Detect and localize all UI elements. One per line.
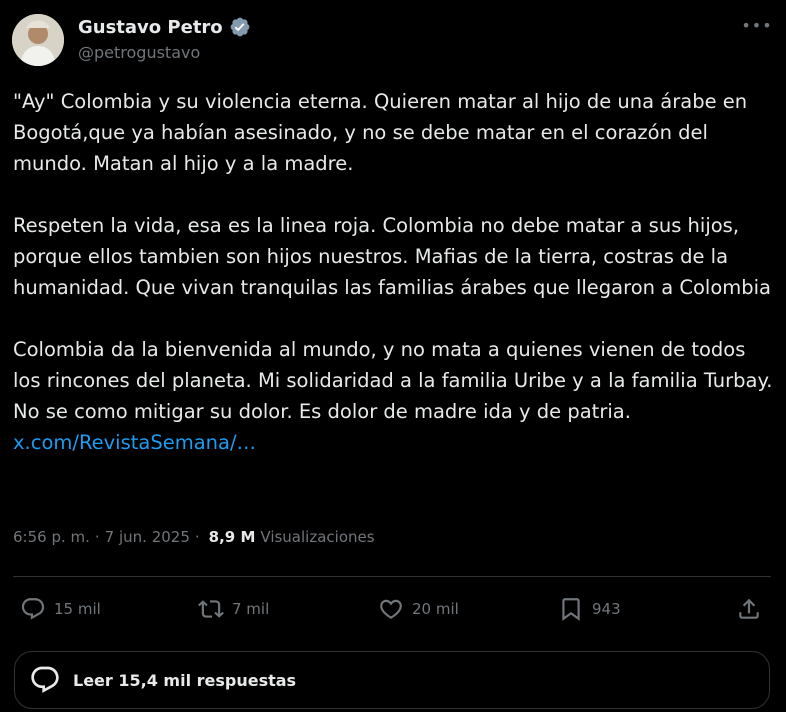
reply-icon [20,596,46,622]
author-display-name[interactable]: Gustavo Petro [78,17,223,38]
like-icon [378,596,404,622]
views-count: 8,9 M [208,528,256,546]
divider [13,576,771,577]
bookmark-count: 943 [592,600,621,618]
views-label: Visualizaciones [260,528,375,546]
chat-bubble-icon [29,664,61,696]
repost-button[interactable]: 7 mil [198,590,269,628]
tweet-paragraph-text: Colombia da la bienvenida al mundo, y no… [13,338,773,423]
bookmark-button[interactable]: 943 [558,590,621,628]
tweet-paragraph: Respeten la vida, esa es la linea roja. … [13,214,771,299]
bookmark-icon [558,596,584,622]
reply-count: 15 mil [54,600,101,618]
read-replies-button[interactable]: Leer 15,4 mil respuestas [14,651,770,709]
like-button[interactable]: 20 mil [378,590,459,628]
tweet-time[interactable]: 6:56 p. m. [13,528,90,546]
repost-icon [198,596,224,622]
verified-badge-icon [229,16,251,38]
repost-count: 7 mil [232,600,270,618]
tweet-date[interactable]: 7 jun. 2025 [105,528,190,546]
author-handle[interactable]: @petrogustavo [78,43,200,62]
avatar[interactable] [12,14,64,66]
tweet: Gustavo Petro @petrogustavo ••• "Ay" Col… [0,0,786,712]
more-icon[interactable]: ••• [741,12,772,38]
meta-separator: · [194,528,200,546]
like-count: 20 mil [412,600,459,618]
tweet-paragraph: "Ay" Colombia y su violencia eterna. Qui… [13,90,748,175]
share-icon [736,596,762,622]
action-bar: 15 mil 7 mil 20 mil 943 [0,590,786,628]
meta-separator: · [94,528,100,546]
reply-button[interactable]: 15 mil [20,590,101,628]
tweet-paragraph: Colombia da la bienvenida al mundo, y no… [13,334,775,458]
read-replies-label: Leer 15,4 mil respuestas [73,670,297,690]
tweet-link[interactable]: x.com/RevistaSemana/… [13,431,256,454]
tweet-text: "Ay" Colombia y su violencia eterna. Qui… [13,86,775,458]
author-name-row: Gustavo Petro [78,14,251,40]
share-button[interactable] [736,590,762,628]
tweet-meta: 6:56 p. m. · 7 jun. 2025 · 8,9 M Visuali… [13,526,375,548]
